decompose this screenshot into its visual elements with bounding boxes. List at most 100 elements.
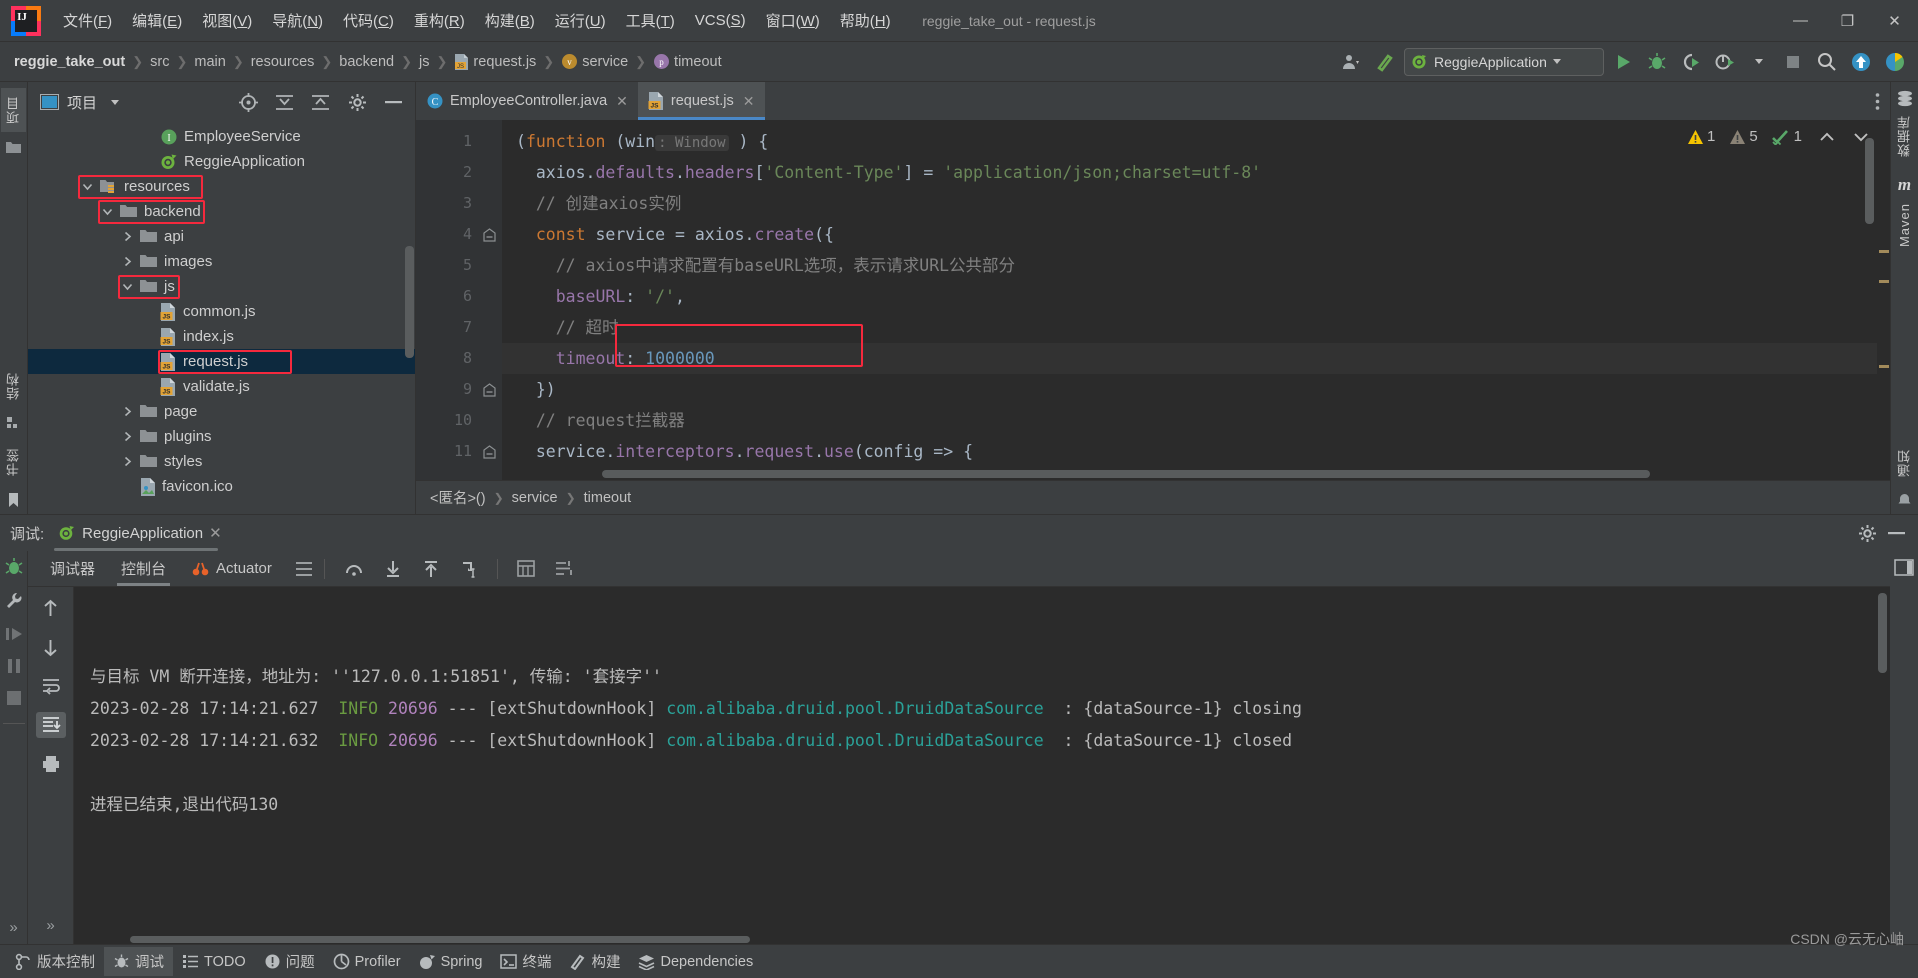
chevron-down-icon[interactable]: [100, 206, 114, 217]
editor-tabs-options[interactable]: [1875, 82, 1890, 120]
resume-program-icon[interactable]: [4, 625, 24, 643]
fold-marker[interactable]: [483, 228, 496, 242]
previous-problem-icon[interactable]: [1818, 130, 1836, 144]
close-icon[interactable]: ✕: [616, 93, 628, 110]
editor-vertical-scrollbar[interactable]: [1865, 138, 1874, 224]
tool-window-database[interactable]: 数据库: [1892, 107, 1917, 165]
code-line-11[interactable]: service.interceptors.request.use(config …: [502, 436, 1890, 467]
console-layout-icon[interactable]: [1894, 559, 1914, 576]
typo-count[interactable]: 1: [1771, 128, 1802, 145]
menu-item-6[interactable]: 重构(R): [404, 6, 475, 35]
weak-warning-count[interactable]: 5: [1729, 128, 1758, 145]
breadcrumb-item-8[interactable]: v service: [561, 53, 628, 70]
stop-program-icon[interactable]: [5, 689, 23, 707]
editor-breadcrumb-item-2[interactable]: service: [512, 490, 558, 506]
menu-item-9[interactable]: 工具(T): [616, 6, 685, 35]
close-icon[interactable]: ✕: [209, 524, 222, 542]
structure-icon[interactable]: [6, 416, 21, 430]
hammer-icon[interactable]: [1370, 47, 1400, 77]
chevron-down-icon[interactable]: [1744, 47, 1774, 77]
folder-icon[interactable]: [5, 140, 22, 154]
expand-all-icon[interactable]: [274, 93, 295, 112]
chevron-right-icon[interactable]: [120, 431, 134, 442]
menu-bar[interactable]: 文件(F) 编辑(E) 视图(V) 导航(N) 代码(C) 重构(R) 构建(B) 运行(U)…: [53, 6, 901, 35]
breadcrumb-item-6[interactable]: js: [419, 54, 429, 70]
step-into-icon[interactable]: [384, 560, 402, 578]
update-project-icon[interactable]: [1846, 47, 1876, 77]
editor-horizontal-scrollbar[interactable]: [602, 470, 1650, 478]
editor-breadcrumb-item-1[interactable]: <匿名>(): [430, 487, 486, 508]
breadcrumb-item-9[interactable]: p timeout: [653, 53, 722, 70]
breadcrumb-item-1[interactable]: reggie_take_out: [14, 54, 125, 70]
status-bar-item-todo[interactable]: TODO: [173, 950, 255, 974]
evaluate-expression-icon[interactable]: [517, 560, 535, 577]
step-out-icon[interactable]: [422, 560, 440, 578]
tree-node-validate-js[interactable]: JS validate.js: [28, 374, 415, 399]
status-bar-items[interactable]: 版本控制 调试 TODO 问题 Profiler Spring 终端 构建 Dependenci…: [6, 947, 762, 976]
fold-marker[interactable]: [483, 383, 496, 397]
code-line-8[interactable]: timeout: 1000000: [502, 343, 1890, 374]
breadcrumb[interactable]: reggie_take_out ❯ src ❯ main ❯ resources ❯ backe…: [14, 53, 722, 70]
print-icon[interactable]: [36, 751, 66, 777]
more-actions-icon[interactable]: »: [9, 919, 17, 936]
menu-item-4[interactable]: 导航(N): [262, 6, 333, 35]
maven-icon[interactable]: m: [1898, 175, 1911, 195]
status-bar-item-item-8[interactable]: 构建: [560, 947, 629, 976]
notification-icon[interactable]: [1897, 493, 1912, 508]
tree-node-EmployeeService[interactable]: I EmployeeService: [28, 124, 415, 149]
scroll-down-icon[interactable]: [36, 634, 66, 660]
status-bar-item-item-1[interactable]: 版本控制: [6, 947, 104, 976]
tree-node-backend[interactable]: backend: [28, 199, 415, 224]
code-line-7[interactable]: // 超时: [502, 312, 1890, 343]
menu-item-11[interactable]: 窗口(W): [756, 6, 830, 35]
fold-marker[interactable]: [483, 445, 496, 459]
minimize-button[interactable]: —: [1777, 0, 1824, 42]
code-line-3[interactable]: // 创建axios实例: [502, 188, 1890, 219]
warning-count[interactable]: 1: [1687, 128, 1715, 145]
more-actions-icon[interactable]: »: [46, 917, 54, 934]
editor-tab-request-js[interactable]: JS request.js ✕: [637, 82, 765, 120]
tool-window-structure[interactable]: 结构: [1, 364, 26, 408]
tree-node-index-js[interactable]: JS index.js: [28, 324, 415, 349]
debug-tab-debugger[interactable]: 调试器: [38, 552, 107, 585]
tree-node-plugins[interactable]: plugins: [28, 424, 415, 449]
code-line-9[interactable]: }): [502, 374, 1890, 405]
run-with-coverage-icon[interactable]: [1676, 47, 1706, 77]
profile-icon[interactable]: [1336, 47, 1366, 77]
menu-item-8[interactable]: 运行(U): [545, 6, 616, 35]
code-line-10[interactable]: // request拦截器: [502, 405, 1890, 436]
inspection-widget[interactable]: 1 5 1: [1687, 128, 1870, 145]
settings-wrench-icon[interactable]: [4, 591, 24, 611]
debug-tabs[interactable]: 调试器 控制台 Actuator: [28, 551, 1890, 587]
hide-panel-icon[interactable]: [1887, 530, 1906, 536]
run-to-cursor-icon[interactable]: [460, 560, 478, 578]
next-problem-icon[interactable]: [1852, 130, 1870, 144]
bookmark-icon[interactable]: [7, 492, 20, 508]
status-bar-item-item-2[interactable]: 调试: [104, 947, 173, 976]
tool-window-bookmarks[interactable]: 书签: [1, 440, 26, 484]
tree-node-js[interactable]: js: [28, 274, 415, 299]
tool-window-project[interactable]: 项目: [1, 88, 26, 132]
tree-node-images[interactable]: images: [28, 249, 415, 274]
hide-panel-icon[interactable]: [384, 99, 403, 105]
tree-node-page[interactable]: page: [28, 399, 415, 424]
chevron-down-icon[interactable]: [80, 181, 94, 192]
tool-window-notifications[interactable]: 通知: [1892, 441, 1917, 485]
status-bar-item-profiler[interactable]: Profiler: [324, 949, 410, 974]
menu-item-3[interactable]: 视图(V): [192, 6, 262, 35]
error-stripe[interactable]: [1877, 120, 1890, 480]
tree-node-api[interactable]: api: [28, 224, 415, 249]
menu-item-12[interactable]: 帮助(H): [830, 6, 901, 35]
tree-node-ReggieApplication[interactable]: ReggieApplication: [28, 149, 415, 174]
breadcrumb-item-3[interactable]: main: [194, 54, 225, 70]
status-bar-item-item-7[interactable]: 终端: [491, 947, 560, 976]
close-button[interactable]: ✕: [1871, 0, 1918, 42]
breadcrumb-item-4[interactable]: resources: [251, 54, 315, 70]
console-output[interactable]: 与目标 VM 断开连接，地址为: ''127.0.0.1:51851', 传输:…: [74, 587, 1890, 944]
database-icon[interactable]: [1896, 90, 1914, 107]
tree-node-styles[interactable]: styles: [28, 449, 415, 474]
project-tree[interactable]: I EmployeeService ReggieApplication resourc…: [28, 122, 415, 514]
code-line-1[interactable]: (function (win: Window ) {: [502, 126, 1890, 157]
code-content[interactable]: (function (win: Window ) { axios.default…: [502, 120, 1890, 480]
code-line-4[interactable]: const service = axios.create({: [502, 219, 1890, 250]
